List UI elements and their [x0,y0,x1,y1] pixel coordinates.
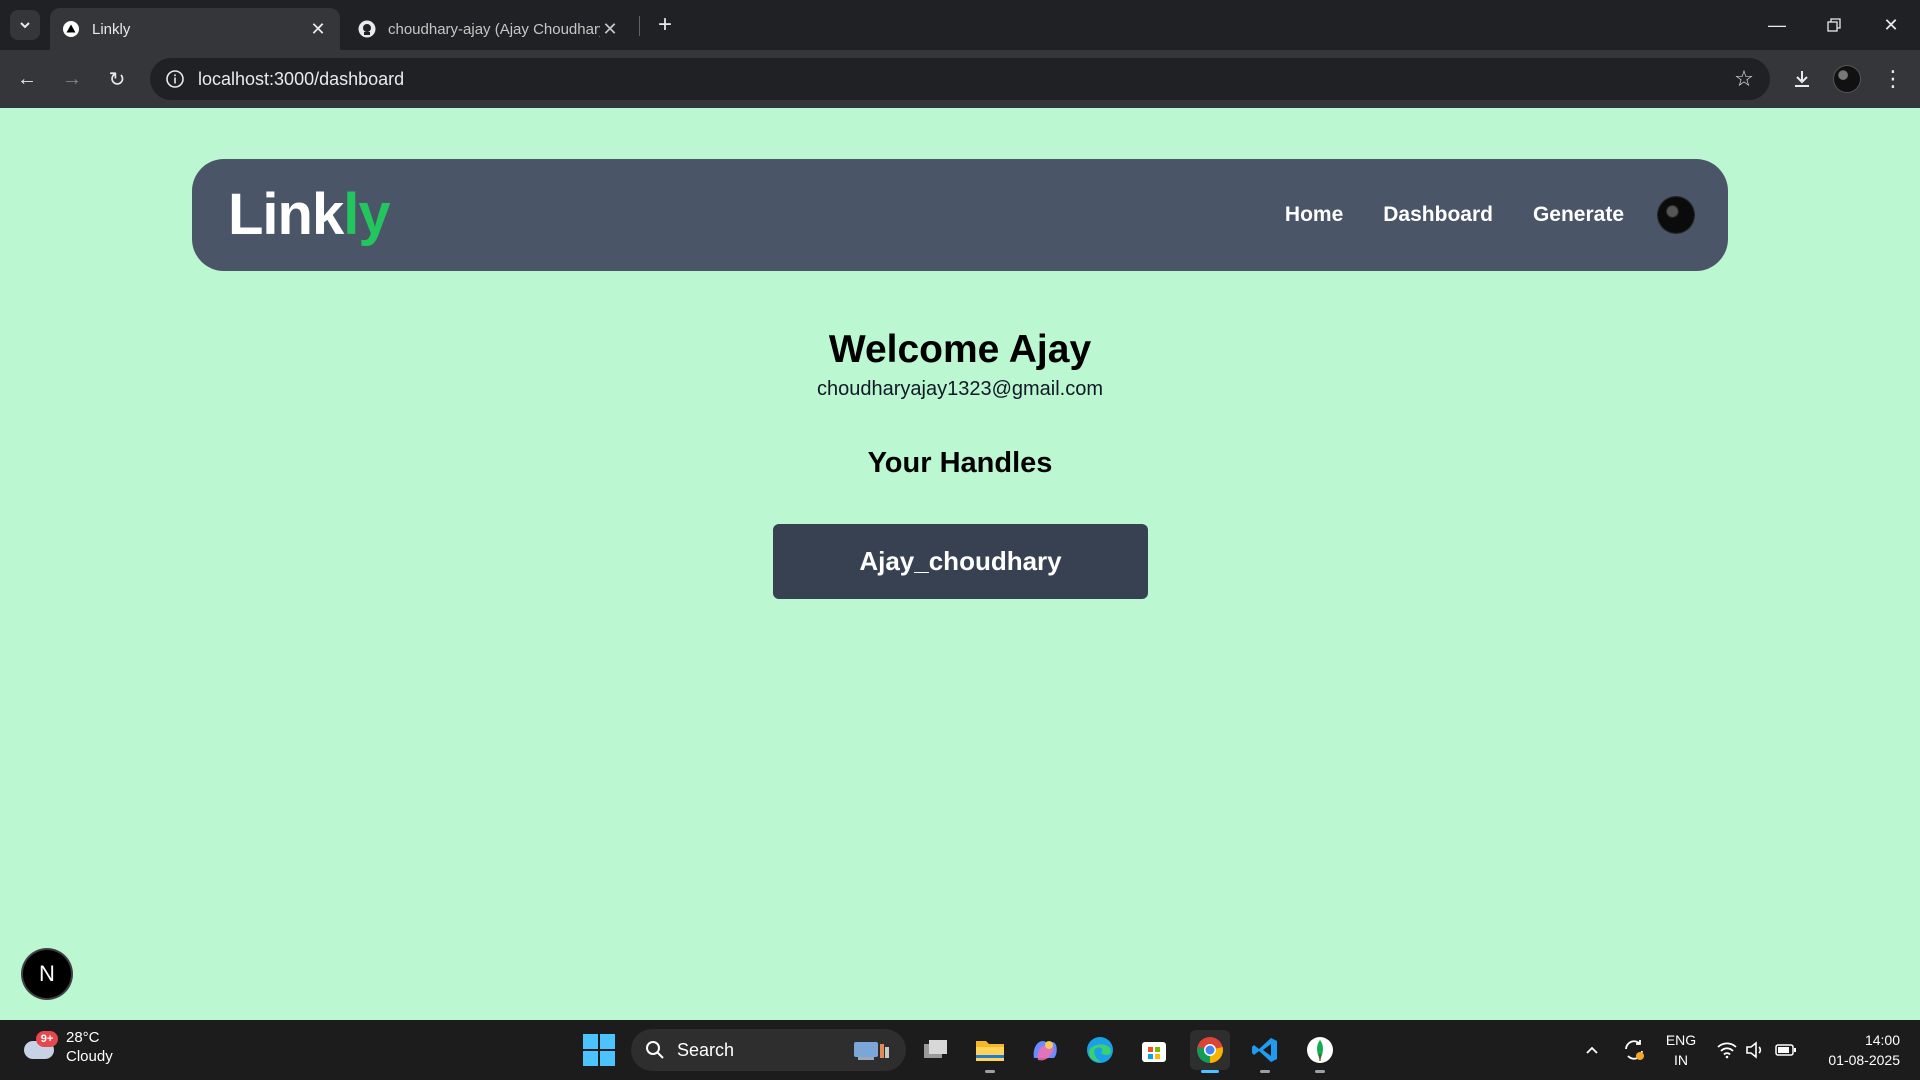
restore-icon[interactable] [1805,0,1863,50]
minimize-icon[interactable]: — [1748,0,1806,50]
reload-icon[interactable]: ↻ [101,63,133,95]
browser-toolbar: ← → ↻ localhost:3000/dashboard ☆ ⋮ [0,50,1920,108]
menu-dots-icon[interactable]: ⋮ [1877,63,1909,95]
nav-generate-link[interactable]: Generate [1533,199,1624,231]
tab-github[interactable]: choudhary-ajay (Ajay Choudhary) ✕ [346,8,632,50]
app-navbar: Linkly Home Dashboard Generate [192,159,1728,271]
user-avatar[interactable] [1658,197,1694,233]
close-icon[interactable]: ✕ [308,19,328,39]
chrome-icon[interactable] [1190,1030,1230,1073]
back-arrow-icon[interactable]: ← [11,63,43,95]
tab-title: Linkly [92,20,131,38]
sync-icon[interactable] [1618,1020,1650,1080]
tab-linkly[interactable]: Linkly ✕ [50,8,340,50]
search-label: Search [677,1039,735,1060]
forward-arrow-icon[interactable]: → [56,63,88,95]
battery-icon[interactable] [1772,1020,1800,1080]
notification-badge: 9+ [36,1031,58,1047]
search-highlight-icon [854,1042,889,1060]
tab-search-button[interactable] [10,10,40,40]
logo[interactable]: Linkly [228,181,391,249]
handle-button[interactable]: Ajay_choudhary [773,524,1148,599]
triangle-icon [62,20,80,38]
system-clock[interactable]: 14:00 01-08-2025 [1812,1030,1900,1070]
weather-widget[interactable]: 9+ 28°C Cloudy [22,1028,113,1066]
clock-time: 14:00 [1864,1032,1900,1048]
cloudy-weather-icon: 9+ [22,1031,58,1063]
weather-condition: Cloudy [66,1048,113,1065]
github-icon [358,20,376,38]
close-window-icon[interactable]: ✕ [1862,0,1920,50]
download-icon[interactable] [1786,63,1818,95]
vscode-icon[interactable] [1245,1030,1285,1073]
edge-icon[interactable] [1080,1030,1120,1070]
nav-links: Home Dashboard Generate [1285,199,1624,231]
welcome-heading: Welcome Ajay [828,328,1092,371]
user-email: choudharyajay1323@gmail.com [816,378,1103,400]
windows-taskbar: 9+ 28°C Cloudy Search ENG IN 14:00 01-08… [0,1020,1920,1080]
nav-dashboard-link[interactable]: Dashboard [1383,199,1493,231]
volume-icon[interactable] [1742,1020,1768,1080]
file-explorer-icon[interactable] [970,1030,1010,1073]
search-icon [646,1041,664,1059]
tab-separator [639,16,640,36]
task-view-icon[interactable] [916,1030,956,1070]
site-info-icon[interactable] [164,68,186,90]
close-icon[interactable]: ✕ [600,19,620,39]
mongodb-compass-icon[interactable] [1300,1030,1340,1073]
weather-temp: 28°C [66,1029,100,1046]
nextjs-dev-indicator[interactable]: N [23,950,71,998]
clock-date: 01-08-2025 [1828,1052,1900,1068]
new-tab-button[interactable]: + [650,10,680,40]
address-bar[interactable]: localhost:3000/dashboard ☆ [150,58,1770,100]
copilot-icon[interactable] [1025,1030,1065,1070]
windows-start-icon[interactable] [583,1034,615,1066]
language-line2: IN [1674,1052,1688,1068]
browser-tabstrip: Linkly ✕ choudhary-ajay (Ajay Choudhary)… [0,0,1920,50]
tab-title: choudhary-ajay (Ajay Choudhary) [388,20,600,38]
wifi-icon[interactable] [1714,1020,1740,1080]
nextjs-n-icon: N [39,961,55,986]
language-indicator[interactable]: ENG IN [1662,1030,1700,1070]
taskbar-search[interactable]: Search [631,1029,906,1071]
profile-avatar[interactable] [1831,63,1863,95]
logo-accent: ly [343,182,390,247]
bookmark-star-icon[interactable]: ☆ [1724,59,1764,99]
url-text[interactable]: localhost:3000/dashboard [198,69,1724,90]
chevron-down-icon [20,22,30,29]
language-line1: ENG [1665,1032,1697,1048]
logo-main: Link [228,182,344,247]
ms-store-icon[interactable] [1134,1030,1174,1070]
chevron-up-icon[interactable] [1578,1020,1606,1080]
nav-home-link[interactable]: Home [1285,199,1343,231]
handles-heading: Your Handles [867,447,1053,479]
